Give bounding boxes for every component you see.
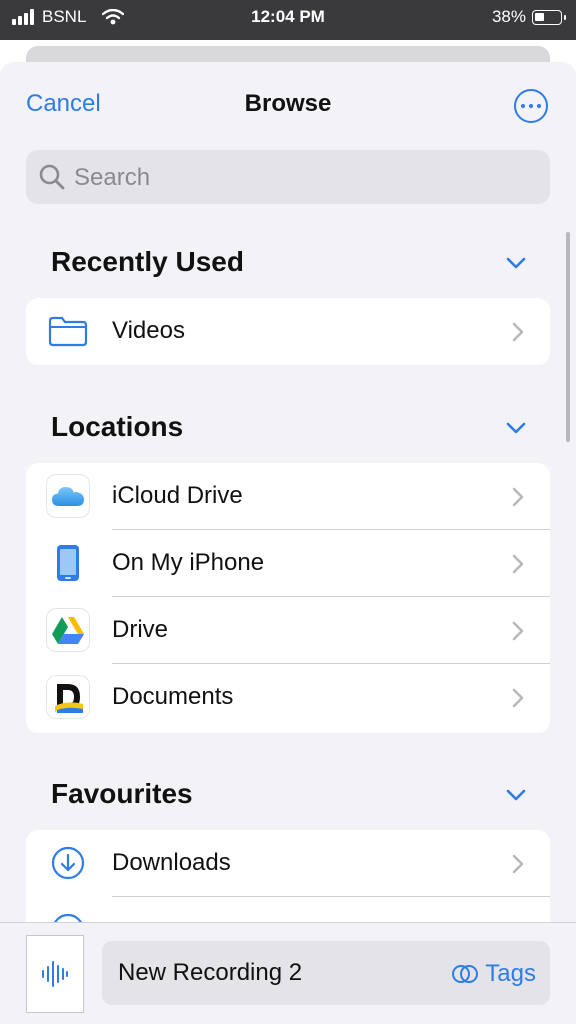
documents-app-icon bbox=[46, 675, 90, 719]
locations-section-title: Locations bbox=[51, 411, 184, 442]
filename-value: New Recording 2 bbox=[118, 959, 303, 986]
list-item-label: Downloads bbox=[112, 849, 231, 876]
waveform-icon bbox=[42, 961, 68, 987]
clock: 12:04 PM bbox=[251, 7, 325, 26]
filename-field[interactable]: New Recording 2 Tags bbox=[102, 941, 550, 1005]
tags-button[interactable]: Tags bbox=[451, 960, 536, 988]
favourites-section-title: Favourites bbox=[51, 778, 193, 809]
search-placeholder: Search bbox=[74, 164, 151, 191]
chevron-right-icon bbox=[512, 854, 524, 874]
list-item-on-my-iphone[interactable]: On My iPhone bbox=[26, 530, 550, 597]
tags-label: Tags bbox=[485, 960, 536, 987]
audio-thumbnail bbox=[26, 935, 84, 1013]
battery-icon bbox=[532, 9, 566, 25]
page-title: Browse bbox=[244, 90, 332, 117]
save-bottom-bar: New Recording 2 Tags bbox=[0, 922, 576, 1024]
chevron-right-icon bbox=[512, 487, 524, 507]
list-item-icloud-drive[interactable]: iCloud Drive bbox=[26, 463, 550, 530]
locations-group: iCloud Drive On My iPhone Drive Document… bbox=[26, 463, 550, 733]
chevron-right-icon bbox=[512, 554, 524, 574]
folder-icon bbox=[46, 309, 90, 353]
chevron-right-icon bbox=[512, 322, 524, 342]
battery-percent: 38% bbox=[491, 7, 526, 26]
recent-section-title: Recently Used bbox=[51, 246, 244, 277]
chevron-right-icon bbox=[512, 621, 524, 641]
favourites-collapse-chevron-icon[interactable] bbox=[506, 788, 526, 802]
nav-bar: Cancel Browse bbox=[0, 62, 576, 150]
list-item-videos[interactable]: Videos bbox=[26, 298, 550, 365]
locations-collapse-chevron-icon[interactable] bbox=[506, 421, 526, 435]
recent-group: Videos bbox=[26, 298, 550, 365]
list-item-documents[interactable]: Documents bbox=[26, 664, 550, 731]
recent-collapse-chevron-icon[interactable] bbox=[506, 256, 526, 270]
status-right: 38% bbox=[491, 7, 566, 27]
list-item-label: Videos bbox=[112, 317, 185, 344]
list-item-downloads[interactable]: Downloads bbox=[26, 830, 550, 897]
scroll-indicator[interactable] bbox=[566, 232, 570, 442]
list-item-label: Drive bbox=[112, 616, 169, 643]
list-item-label: Documents bbox=[112, 683, 234, 710]
chevron-right-icon bbox=[512, 688, 524, 708]
status-bar: BSNL 12:04 PM 38% bbox=[0, 0, 576, 40]
search-input[interactable]: Search bbox=[26, 150, 550, 204]
list-item-drive[interactable]: Drive bbox=[26, 597, 550, 664]
iphone-icon bbox=[46, 541, 90, 585]
download-icon bbox=[46, 841, 90, 885]
tags-icon bbox=[452, 965, 479, 983]
browse-sheet: Cancel Browse Search Recently Used Video… bbox=[0, 62, 576, 1024]
google-drive-icon bbox=[46, 608, 90, 652]
search-icon bbox=[39, 164, 65, 190]
more-options-icon[interactable] bbox=[514, 89, 548, 123]
icloud-icon bbox=[46, 474, 90, 518]
list-item-label: iCloud Drive bbox=[112, 482, 243, 509]
list-item-label: On My iPhone bbox=[112, 549, 265, 576]
